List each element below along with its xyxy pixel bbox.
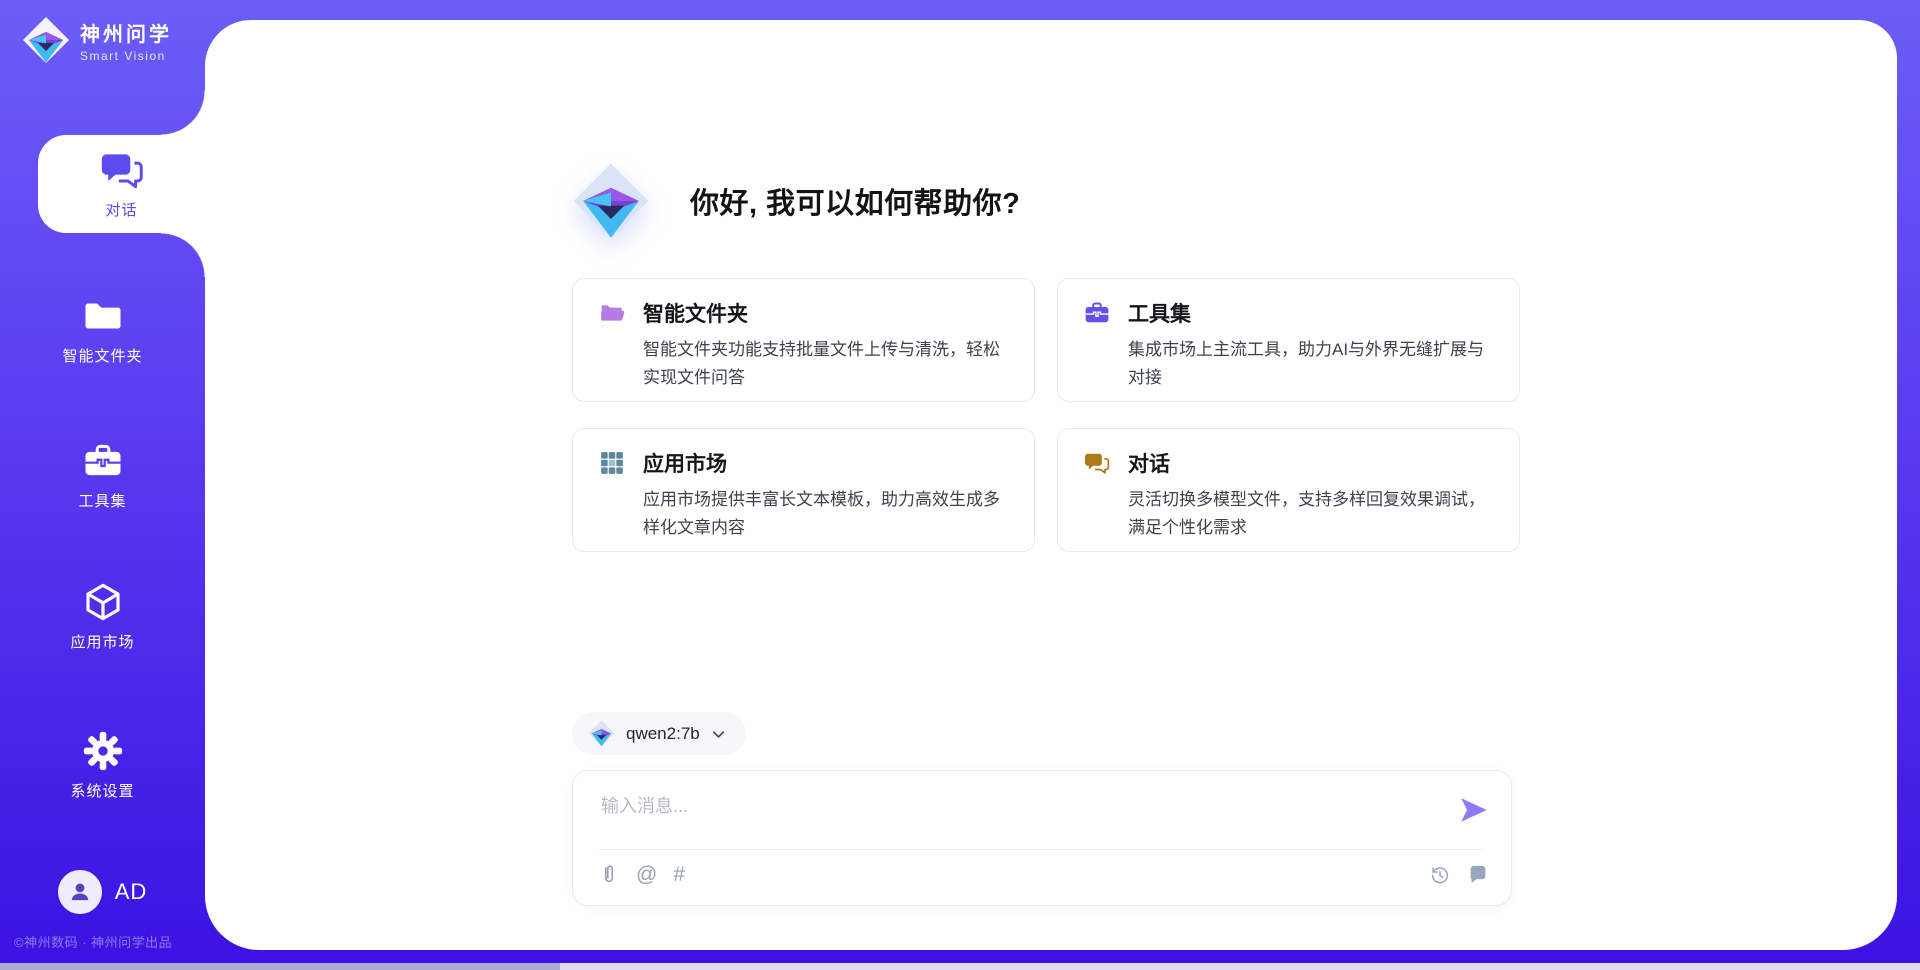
hash-icon: # <box>673 864 685 886</box>
briefcase-icon <box>1084 300 1110 326</box>
chat-icon <box>1084 450 1110 476</box>
person-icon <box>66 878 94 906</box>
card-description: 智能文件夹功能支持批量文件上传与清洗，轻松实现文件问答 <box>643 336 1010 392</box>
mention-button[interactable]: @ <box>636 864 657 886</box>
feature-card-tools[interactable]: 工具集集成市场上主流工具，助力AI与外界无缝扩展与对接 <box>1057 278 1520 402</box>
greeting-row: 你好, 我可以如何帮助你? <box>572 162 1520 240</box>
history-button[interactable] <box>1429 864 1451 886</box>
paperclip-icon <box>598 864 620 886</box>
feature-cards: 智能文件夹智能文件夹功能支持批量文件上传与清洗，轻松实现文件问答工具集集成市场上… <box>572 278 1520 552</box>
brand: 神州问学 Smart Vision <box>22 16 172 64</box>
brand-logo-icon <box>22 16 70 64</box>
history-clock-icon <box>1429 864 1451 886</box>
brand-name: 神州问学 <box>80 18 172 47</box>
speech-bubble-icon <box>1467 864 1489 886</box>
user-initials: AD <box>115 879 148 905</box>
copyright-text: ©神州数码 · 神州问学出品 <box>14 932 172 951</box>
folder-icon <box>83 296 123 336</box>
briefcase-icon <box>83 441 123 481</box>
avatar <box>58 870 102 914</box>
model-selector[interactable]: qwen2:7b <box>572 712 746 755</box>
card-description: 应用市场提供丰富长文本模板，助力高效生成多样化文章内容 <box>643 486 1010 542</box>
message-composer: @ # <box>572 770 1512 906</box>
send-icon <box>1458 794 1490 826</box>
composer-toolbar: @ # <box>573 848 1511 905</box>
user-profile[interactable]: AD <box>0 870 205 914</box>
model-logo-icon <box>588 720 615 747</box>
sidebar-item-market[interactable]: 应用市场 <box>0 582 205 652</box>
sidebar-item-chat[interactable]: 对话 <box>38 135 205 233</box>
sidebar-item-label: 应用市场 <box>70 631 134 652</box>
card-description: 集成市场上主流工具，助力AI与外界无缝扩展与对接 <box>1128 336 1495 392</box>
sidebar-item-tools[interactable]: 工具集 <box>0 441 205 511</box>
brand-subtitle: Smart Vision <box>80 49 172 63</box>
main-panel: 你好, 我可以如何帮助你? 智能文件夹智能文件夹功能支持批量文件上传与清洗，轻松… <box>205 20 1897 950</box>
scrollbar-thumb[interactable] <box>0 963 560 970</box>
message-input[interactable] <box>573 771 1511 847</box>
sidebar-item-label: 智能文件夹 <box>62 345 142 366</box>
sidebar-item-settings[interactable]: 系统设置 <box>0 731 205 801</box>
feedback-button[interactable] <box>1467 864 1489 886</box>
sidebar-item-label: 系统设置 <box>70 780 134 801</box>
sidebar: 神州问学 Smart Vision 对话智能文件夹工具集应用市场系统设置 AD … <box>0 0 205 970</box>
card-title: 对话 <box>1128 448 1170 478</box>
send-button[interactable] <box>1458 794 1490 826</box>
grid-icon <box>599 450 625 476</box>
attach-button[interactable] <box>598 864 620 886</box>
gear-icon <box>83 731 123 771</box>
sidebar-item-label: 对话 <box>105 199 137 220</box>
cube-icon <box>83 582 123 622</box>
sidebar-item-label: 工具集 <box>78 490 126 511</box>
folder-open-icon <box>599 300 625 326</box>
greeting-title: 你好, 我可以如何帮助你? <box>690 180 1020 222</box>
chevron-down-icon <box>711 727 726 742</box>
card-description: 灵活切换多模型文件，支持多样回复效果调试，满足个性化需求 <box>1128 486 1495 542</box>
hashtag-button[interactable]: # <box>673 864 685 886</box>
chat-icon <box>100 148 144 192</box>
model-name: qwen2:7b <box>626 724 700 744</box>
assistant-logo-icon <box>572 162 650 240</box>
card-title: 工具集 <box>1128 298 1191 328</box>
card-title: 应用市场 <box>643 448 727 478</box>
feature-card-folders[interactable]: 智能文件夹智能文件夹功能支持批量文件上传与清洗，轻松实现文件问答 <box>572 278 1035 402</box>
sidebar-item-folders[interactable]: 智能文件夹 <box>0 296 205 366</box>
card-title: 智能文件夹 <box>643 298 748 328</box>
at-icon: @ <box>636 864 657 886</box>
feature-card-market[interactable]: 应用市场应用市场提供丰富长文本模板，助力高效生成多样化文章内容 <box>572 428 1035 552</box>
horizontal-scrollbar[interactable] <box>0 963 1920 970</box>
feature-card-chat[interactable]: 对话灵活切换多模型文件，支持多样回复效果调试，满足个性化需求 <box>1057 428 1520 552</box>
